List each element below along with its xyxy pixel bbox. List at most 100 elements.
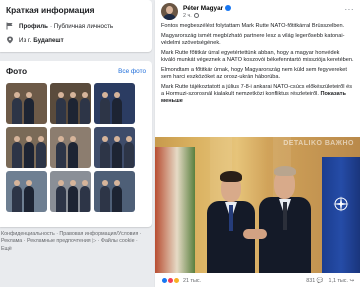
photo-figure — [112, 142, 122, 168]
photo-figure-head — [58, 136, 64, 142]
profile-label: Профиль — [19, 22, 48, 30]
post-menu-icon[interactable]: ··· — [345, 5, 355, 14]
photo-figure-head — [114, 180, 120, 186]
photo-thumbnail[interactable] — [6, 127, 47, 168]
footer-line-2[interactable]: Реклама · Рекламные предпочтения ▷ · Фай… — [1, 238, 152, 245]
reaction-count[interactable]: 21 тыс. — [183, 278, 201, 284]
photo-figure — [80, 186, 90, 212]
author-name[interactable]: Péter Magyar — [183, 5, 223, 12]
photo-figure-head — [102, 136, 108, 142]
photo-figure-head — [26, 136, 32, 142]
location-prefix: Из г. — [19, 36, 32, 44]
photo-figure — [56, 142, 66, 168]
footer-line-3[interactable]: Ещё — [1, 246, 152, 253]
see-all-photos-link[interactable]: Все фото — [118, 68, 146, 75]
post-paragraph: Magyarország ismét megbízható partnere l… — [161, 33, 345, 46]
profile-row: Профиль · Публичная личность — [6, 22, 152, 30]
photo-figure — [100, 98, 110, 124]
flag-icon — [6, 22, 14, 30]
photo-thumbnail[interactable] — [50, 171, 91, 212]
comment-count[interactable]: 831 💬 — [306, 278, 323, 284]
photo-thumbnail[interactable] — [50, 83, 91, 124]
photo-figure — [12, 186, 22, 212]
photo-figure — [24, 142, 34, 168]
post-time[interactable]: 2 ч. — [183, 13, 192, 19]
post-paragraph-last: Mark Rutte tájékoztatott a július 7-8-i … — [161, 84, 354, 105]
nato-flag — [322, 157, 360, 273]
post-stats-bar: 21 тыс. 831 💬 1,1 тыс. ↪ — [161, 277, 354, 284]
photo-thumbnail[interactable] — [94, 171, 135, 212]
reactions[interactable]: 21 тыс. — [161, 277, 201, 284]
photo-figure-head — [114, 92, 120, 98]
photo-figure-head — [82, 180, 88, 186]
profile-type-text[interactable]: Публичная личность — [54, 23, 113, 30]
post-meta: 2 ч. — [183, 13, 231, 19]
photo-thumbnail[interactable] — [94, 127, 135, 168]
photos-header: Фото Все фото — [6, 66, 146, 76]
share-count[interactable]: 1,1 тыс. ↪ — [328, 278, 354, 284]
post-paragraph: Fontos megbeszélést folytattam Mark Rutt… — [161, 23, 345, 29]
photo-figure — [56, 98, 66, 124]
photo-figure-head — [70, 136, 76, 142]
photo-figure-head — [26, 92, 32, 98]
photo-figure-head — [70, 180, 76, 186]
photo-figure-head — [126, 136, 132, 142]
photo-grid — [6, 83, 141, 212]
photo-figure-head — [38, 136, 44, 142]
location-row: Из г. Будапешт — [6, 36, 152, 44]
post-paragraph: Elmondtam a főtitkár úrnak, hogy Magyaro… — [161, 67, 347, 80]
author-name-row[interactable]: Péter Magyar — [183, 5, 232, 12]
care-reaction-icon — [173, 277, 180, 284]
footer-links: Конфиденциальность · Правовая информация… — [0, 231, 152, 253]
photo-figure-head — [14, 136, 20, 142]
photo-figure — [24, 98, 34, 124]
person-left — [207, 169, 255, 273]
photo-figure-head — [114, 136, 120, 142]
location-city[interactable]: Будапешт — [33, 37, 63, 44]
photo-figure — [112, 98, 122, 124]
photo-figure — [80, 98, 90, 124]
post-photo[interactable]: DETALIKO ВАЖНО — [155, 137, 360, 273]
photo-figure — [68, 142, 78, 168]
author-avatar[interactable] — [161, 3, 178, 20]
photo-figure — [124, 142, 134, 168]
photo-figure — [68, 186, 78, 212]
photo-figure-head — [102, 180, 108, 186]
photo-figure-head — [82, 92, 88, 98]
post-card: Péter Magyar 2 ч. ··· Fontos megbeszélés… — [155, 0, 360, 287]
photos-card: Фото Все фото — [0, 61, 152, 227]
intro-card: Краткая информация Профиль · Публичная л… — [0, 0, 152, 52]
photo-figure — [68, 98, 78, 124]
photo-figure — [100, 142, 110, 168]
photos-title: Фото — [6, 66, 28, 76]
photo-figure-head — [70, 92, 76, 98]
profile-type[interactable]: · Публичная личность — [50, 23, 113, 30]
photo-figure — [24, 186, 34, 212]
photo-figure-head — [58, 180, 64, 186]
person-right — [259, 161, 311, 273]
intro-title: Краткая информация — [6, 5, 95, 15]
photo-figure-head — [102, 92, 108, 98]
photo-figure — [56, 186, 66, 212]
photo-figure-head — [14, 180, 20, 186]
photo-figure — [12, 142, 22, 168]
verified-badge-icon — [225, 5, 232, 11]
nato-emblem-icon — [333, 196, 349, 212]
photo-thumbnail[interactable] — [6, 83, 47, 124]
photo-figure-head — [58, 92, 64, 98]
post-header: Péter Magyar 2 ч. — [161, 3, 232, 20]
photo-figure — [100, 186, 110, 212]
hungarian-flag — [155, 147, 195, 273]
watermark: DETALIKO ВАЖНО — [283, 140, 354, 147]
location-pin-icon — [6, 36, 14, 44]
photo-figure-head — [14, 92, 20, 98]
photo-figure — [12, 98, 22, 124]
photo-thumbnail[interactable] — [94, 83, 135, 124]
post-paragraph: Mark Rutte főtitkár úrral egyetértettünk… — [161, 50, 354, 63]
photo-figure — [112, 186, 122, 212]
globe-icon — [193, 13, 199, 18]
photo-thumbnail[interactable] — [50, 127, 91, 168]
handshake — [243, 229, 267, 239]
post-text: Fontos megbeszélést folytattam Mark Rutt… — [161, 23, 354, 108]
photo-thumbnail[interactable] — [6, 171, 47, 212]
